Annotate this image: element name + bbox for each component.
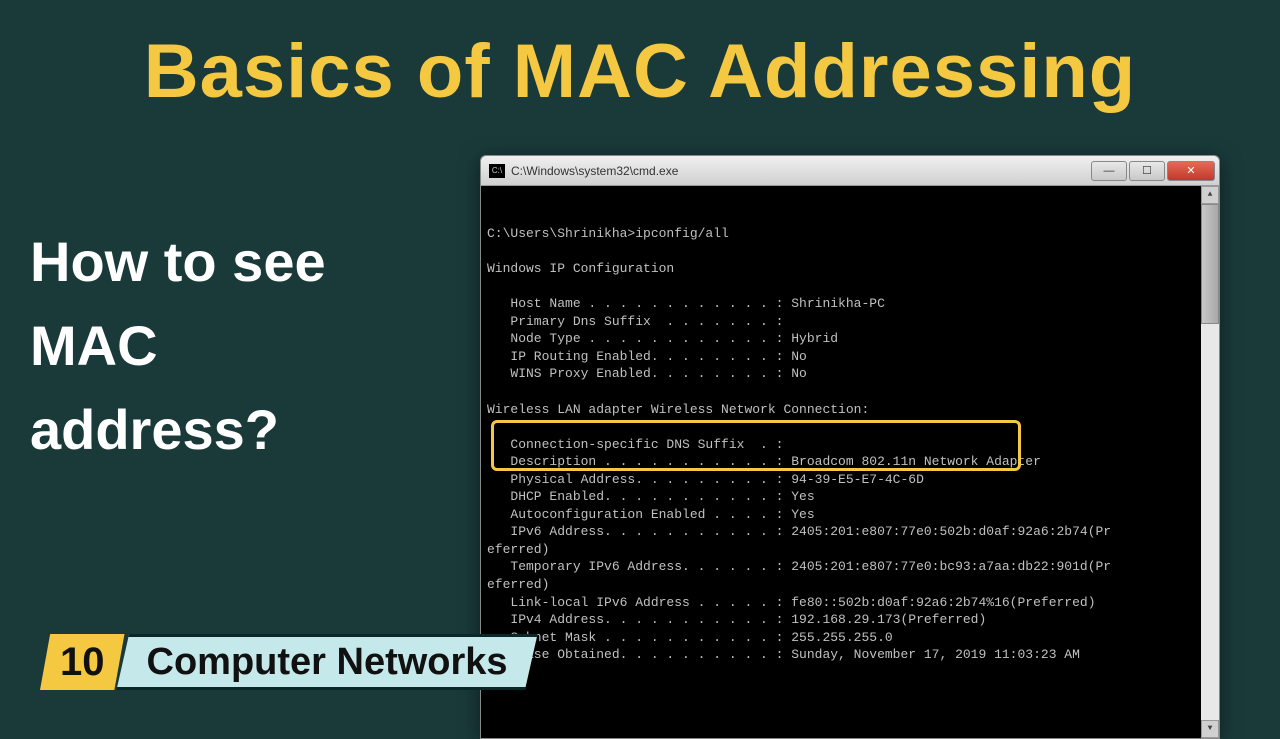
terminal-body[interactable]: C:\Users\Shrinikha>ipconfig/all Windows … [481,186,1219,738]
scroll-down-icon[interactable]: ▼ [1201,720,1219,738]
scroll-up-icon[interactable]: ▲ [1201,186,1219,204]
scroll-track[interactable] [1201,204,1219,720]
minimize-button[interactable]: — [1091,161,1127,181]
scroll-thumb[interactable] [1201,204,1219,324]
window-titlebar[interactable]: C:\ C:\Windows\system32\cmd.exe — ☐ ✕ [481,156,1219,186]
cmd-icon: C:\ [489,164,505,178]
slide-title: Basics of MAC Addressing [0,0,1280,115]
maximize-button[interactable]: ☐ [1129,161,1165,181]
close-button[interactable]: ✕ [1167,161,1215,181]
lesson-number: 10 [40,634,125,690]
window-title: C:\Windows\system32\cmd.exe [511,164,1091,178]
course-label: Computer Networks [117,634,538,690]
footer: 10 Computer Networks [40,634,538,690]
cmd-window: C:\ C:\Windows\system32\cmd.exe — ☐ ✕ C:… [480,155,1220,739]
scrollbar[interactable]: ▲ ▼ [1201,186,1219,738]
window-controls: — ☐ ✕ [1091,161,1215,181]
slide-subtitle: How to see MAC address? [30,220,430,472]
